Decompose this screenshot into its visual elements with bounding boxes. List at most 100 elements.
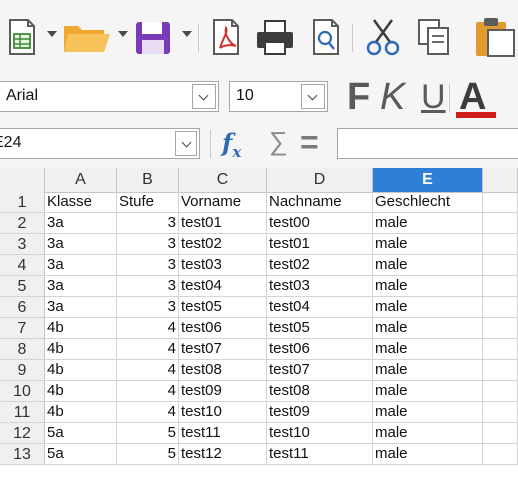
row-header[interactable]: 8 <box>0 339 45 360</box>
grid-cell[interactable]: 3a <box>45 234 117 255</box>
font-name-dropdown[interactable] <box>192 84 216 109</box>
row-header[interactable]: 13 <box>0 444 45 465</box>
grid-cell[interactable]: male <box>373 360 483 381</box>
grid-cell[interactable]: test02 <box>179 234 267 255</box>
name-box[interactable]: E24 <box>0 128 200 159</box>
row-header[interactable]: 2 <box>0 213 45 234</box>
grid-cell[interactable]: 4 <box>117 381 179 402</box>
grid-cell[interactable]: male <box>373 402 483 423</box>
row-header[interactable]: 1 <box>0 192 45 213</box>
font-name-box[interactable]: Arial <box>0 81 219 112</box>
column-header-f[interactable] <box>483 168 518 192</box>
grid-cell[interactable]: test09 <box>267 402 373 423</box>
grid-cell[interactable] <box>483 276 518 297</box>
grid-cell[interactable]: test11 <box>267 444 373 465</box>
grid-cell[interactable]: 3 <box>117 255 179 276</box>
grid-cell[interactable]: 4b <box>45 402 117 423</box>
grid-cell[interactable] <box>483 360 518 381</box>
italic-button[interactable]: K <box>380 74 405 120</box>
grid-cell[interactable]: 3 <box>117 213 179 234</box>
column-header-b[interactable]: B <box>117 168 179 192</box>
grid-cell[interactable]: male <box>373 423 483 444</box>
grid-cell[interactable]: male <box>373 444 483 465</box>
grid-cell[interactable]: test01 <box>267 234 373 255</box>
grid-cell[interactable]: Geschlecht <box>373 192 483 213</box>
row-header[interactable]: 11 <box>0 402 45 423</box>
row-header[interactable]: 3 <box>0 234 45 255</box>
grid-cell[interactable] <box>483 318 518 339</box>
sum-icon[interactable]: ∑ <box>269 126 288 157</box>
formula-input[interactable] <box>337 128 518 159</box>
grid-cell[interactable]: 5 <box>117 444 179 465</box>
function-wizard-icon[interactable]: fx <box>222 128 241 161</box>
name-box-dropdown[interactable] <box>175 131 197 156</box>
export-pdf-icon[interactable] <box>206 14 246 60</box>
grid-cell[interactable]: test07 <box>267 360 373 381</box>
grid-cell[interactable] <box>483 234 518 255</box>
paste-icon[interactable] <box>462 14 518 60</box>
select-all-corner[interactable] <box>0 168 45 192</box>
grid-cell[interactable]: Stufe <box>117 192 179 213</box>
grid-cell[interactable]: 4b <box>45 318 117 339</box>
row-header[interactable]: 5 <box>0 276 45 297</box>
font-size-dropdown[interactable] <box>301 84 325 109</box>
row-header[interactable]: 10 <box>0 381 45 402</box>
cut-icon[interactable] <box>360 14 406 60</box>
new-spreadsheet-icon[interactable] <box>4 14 40 60</box>
grid-cell[interactable]: male <box>373 339 483 360</box>
row-header[interactable]: 7 <box>0 318 45 339</box>
grid-cell[interactable] <box>483 255 518 276</box>
grid-cell[interactable]: test10 <box>179 402 267 423</box>
grid-cell[interactable] <box>483 381 518 402</box>
grid-cell[interactable]: male <box>373 213 483 234</box>
grid-cell[interactable]: 3a <box>45 297 117 318</box>
column-header-a[interactable]: A <box>45 168 117 192</box>
print-preview-icon[interactable] <box>306 14 346 60</box>
grid-cell[interactable]: test11 <box>179 423 267 444</box>
grid-cell[interactable] <box>483 192 518 213</box>
grid-cell[interactable]: 3a <box>45 276 117 297</box>
save-dropdown-icon[interactable] <box>182 31 192 37</box>
grid-cell[interactable] <box>483 423 518 444</box>
print-icon[interactable] <box>252 14 298 60</box>
column-header-e[interactable]: E <box>373 168 483 192</box>
grid-cell[interactable]: 3a <box>45 255 117 276</box>
grid-cell[interactable]: 4 <box>117 402 179 423</box>
grid-cell[interactable]: test03 <box>179 255 267 276</box>
grid-cell[interactable]: 5a <box>45 423 117 444</box>
grid-cell[interactable]: test03 <box>267 276 373 297</box>
grid-cell[interactable]: test08 <box>179 360 267 381</box>
grid-cell[interactable]: 4 <box>117 339 179 360</box>
row-header[interactable]: 9 <box>0 360 45 381</box>
bold-button[interactable]: F <box>347 74 370 120</box>
grid-cell[interactable] <box>483 339 518 360</box>
grid-cell[interactable]: male <box>373 255 483 276</box>
grid-cell[interactable]: male <box>373 234 483 255</box>
column-header-c[interactable]: C <box>179 168 267 192</box>
grid-cell[interactable]: male <box>373 381 483 402</box>
formula-icon[interactable]: = <box>300 124 319 161</box>
grid-cell[interactable]: test08 <box>267 381 373 402</box>
grid-cell[interactable]: test09 <box>179 381 267 402</box>
spreadsheet-grid[interactable]: A B C D E 1 Klasse Stufe Vorname Nachname Ges… <box>0 168 518 486</box>
row-header[interactable]: 4 <box>0 255 45 276</box>
grid-cell[interactable]: test10 <box>267 423 373 444</box>
grid-cell[interactable]: Nachname <box>267 192 373 213</box>
row-header[interactable]: 6 <box>0 297 45 318</box>
grid-cell[interactable]: 5a <box>45 444 117 465</box>
grid-cell[interactable]: male <box>373 318 483 339</box>
grid-cell[interactable]: Klasse <box>45 192 117 213</box>
new-dropdown-icon[interactable] <box>47 31 57 37</box>
grid-cell[interactable]: 5 <box>117 423 179 444</box>
grid-cell[interactable]: test12 <box>179 444 267 465</box>
grid-cell[interactable]: 4b <box>45 339 117 360</box>
font-size-box[interactable]: 10 <box>229 81 328 112</box>
grid-cell[interactable]: 3 <box>117 297 179 318</box>
grid-cell[interactable]: test07 <box>179 339 267 360</box>
save-icon[interactable] <box>130 14 176 60</box>
column-header-d[interactable]: D <box>267 168 373 192</box>
grid-cell[interactable]: test04 <box>267 297 373 318</box>
grid-cell[interactable]: test04 <box>179 276 267 297</box>
grid-cell[interactable]: 4b <box>45 360 117 381</box>
grid-cell[interactable]: 3 <box>117 234 179 255</box>
